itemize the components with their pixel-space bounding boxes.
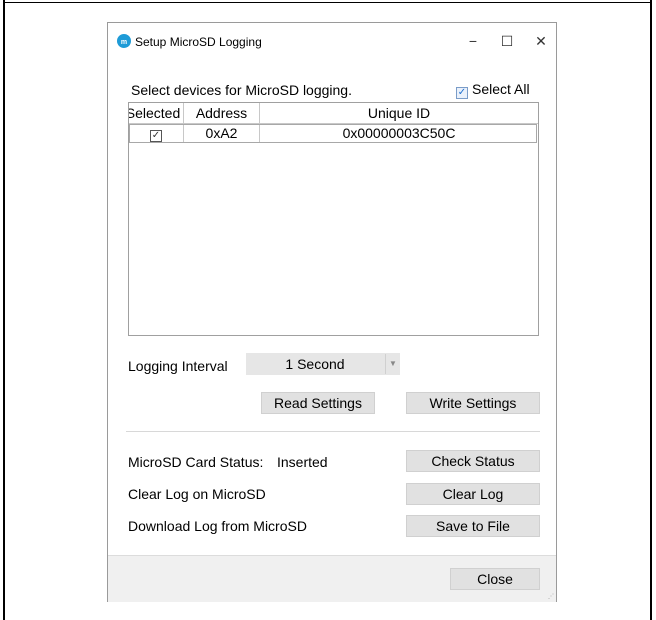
frame-left-line	[3, 0, 5, 620]
section-divider	[126, 431, 540, 432]
logging-interval-select[interactable]: 1 Second ▼	[246, 353, 400, 375]
window-title: Setup MicroSD Logging	[135, 35, 262, 49]
logging-interval-value: 1 Second	[285, 356, 345, 372]
devices-prompt: Select devices for MicroSD logging.	[131, 82, 352, 98]
maximize-button[interactable]: ☐	[492, 31, 522, 51]
minimize-button[interactable]: −	[458, 31, 488, 51]
column-header-selected[interactable]: Selected	[129, 103, 184, 123]
table-header: Selected Address Unique ID	[129, 103, 538, 124]
write-settings-button[interactable]: Write Settings	[406, 392, 540, 414]
column-header-address[interactable]: Address	[184, 103, 260, 123]
card-status-label: MicroSD Card Status:	[128, 454, 264, 470]
card-status-value: Inserted	[277, 454, 328, 470]
close-window-button[interactable]: ✕	[526, 31, 556, 51]
read-settings-button[interactable]: Read Settings	[261, 392, 375, 414]
download-log-label: Download Log from MicroSD	[128, 518, 307, 534]
table-row[interactable]: ✓ 0xA2 0x00000003C50C	[129, 124, 537, 143]
dialog-footer: Close	[108, 555, 556, 602]
title-bar[interactable]: m Setup MicroSD Logging − ☐ ✕	[108, 23, 556, 61]
resize-grip-icon[interactable]: ⋰	[548, 593, 554, 600]
dropdown-arrow-icon: ▼	[385, 354, 400, 374]
frame-right-line	[650, 0, 652, 620]
check-status-button[interactable]: Check Status	[406, 450, 540, 472]
save-to-file-button[interactable]: Save to File	[406, 515, 540, 537]
checkbox-checked-icon: ✓	[456, 87, 468, 99]
frame-top-line	[3, 2, 652, 3]
row-selected-cell[interactable]: ✓	[129, 125, 184, 142]
row-unique-id-cell: 0x00000003C50C	[342, 125, 456, 141]
logging-interval-label: Logging Interval	[128, 358, 228, 374]
clear-log-button[interactable]: Clear Log	[406, 483, 540, 505]
setup-microsd-dialog: m Setup MicroSD Logging − ☐ ✕ Select dev…	[107, 22, 557, 602]
row-address-cell: 0xA2	[184, 125, 260, 142]
clear-log-label: Clear Log on MicroSD	[128, 486, 266, 502]
close-button[interactable]: Close	[450, 568, 540, 590]
row-checkbox-checked-icon[interactable]: ✓	[150, 130, 162, 142]
maxim-logo-icon: m	[117, 34, 131, 48]
select-all-checkbox[interactable]: ✓ Select All	[456, 81, 530, 99]
devices-table[interactable]: Selected Address Unique ID ✓ 0xA2 0x0000…	[128, 102, 539, 336]
column-header-unique-id[interactable]: Unique ID	[260, 103, 538, 123]
select-all-label: Select All	[472, 81, 530, 97]
svg-text:m: m	[121, 39, 127, 46]
